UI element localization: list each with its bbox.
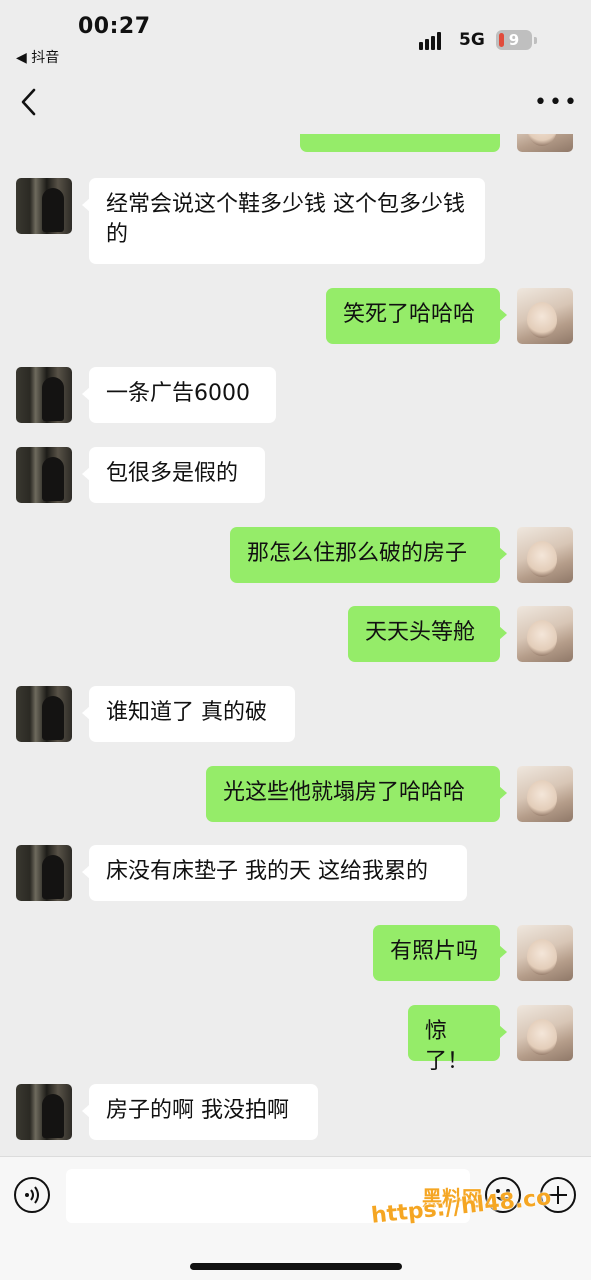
message-bubble[interactable]: 他首己熙两多号 xyxy=(300,134,500,152)
chevron-left-icon[interactable] xyxy=(14,86,46,118)
network-type: 5G xyxy=(459,30,485,50)
message-bubble[interactable]: 房子的啊 我没拍啊 xyxy=(82,1084,318,1140)
chat-message-list[interactable]: 他首己熙两多号 经常会说这个鞋多少钱 这个包多少钱的 笑死了哈哈哈 一条广告60… xyxy=(0,134,591,1156)
battery-icon: 9 xyxy=(496,30,532,50)
my-avatar[interactable] xyxy=(517,134,573,152)
contact-avatar[interactable] xyxy=(16,367,72,423)
message-row: 床没有床垫子 我的天 这给我累的 xyxy=(0,845,591,905)
message-bubble[interactable]: 谁知道了 真的破 xyxy=(82,686,295,742)
status-bar: 00:27 ◀ 抖音 5G 9 xyxy=(0,0,591,72)
message-bubble[interactable]: 天天头等舱 xyxy=(348,606,507,662)
emoji-icon[interactable] xyxy=(485,1177,521,1213)
message-input-bar xyxy=(0,1156,591,1280)
message-row: 谁知道了 真的破 xyxy=(0,686,591,746)
back-to-app-link[interactable]: ◀ 抖音 xyxy=(16,47,59,67)
chat-nav-bar: ••• xyxy=(0,72,591,134)
message-row: 笑死了哈哈哈 xyxy=(0,288,591,348)
message-row: 光这些他就塌房了哈哈哈 xyxy=(0,766,591,826)
message-bubble[interactable]: 那怎么住那么破的房子 xyxy=(230,527,507,583)
message-row: 他首己熙两多号 xyxy=(0,134,591,156)
my-avatar[interactable] xyxy=(517,288,573,344)
contact-avatar[interactable] xyxy=(16,686,72,742)
my-avatar[interactable] xyxy=(517,1005,573,1061)
contact-avatar[interactable] xyxy=(16,845,72,901)
message-row: 经常会说这个鞋多少钱 这个包多少钱的 xyxy=(0,178,591,268)
message-bubble[interactable]: 有照片吗 xyxy=(373,925,507,981)
message-row: 包很多是假的 xyxy=(0,447,591,507)
signal-icon xyxy=(419,32,447,50)
message-row: 有照片吗 xyxy=(0,925,591,985)
voice-icon[interactable] xyxy=(14,1177,50,1213)
message-bubble[interactable]: 光这些他就塌房了哈哈哈 xyxy=(206,766,507,822)
my-avatar[interactable] xyxy=(517,527,573,583)
battery-tip xyxy=(534,37,537,44)
battery-level-text: 9 xyxy=(508,31,520,49)
ellipsis-icon[interactable]: ••• xyxy=(534,92,577,114)
message-bubble[interactable]: 包很多是假的 xyxy=(82,447,265,503)
my-avatar[interactable] xyxy=(517,925,573,981)
message-row: 那怎么住那么破的房子 xyxy=(0,527,591,587)
my-avatar[interactable] xyxy=(517,766,573,822)
message-text-input[interactable] xyxy=(66,1169,470,1223)
contact-avatar[interactable] xyxy=(16,178,72,234)
message-row: 一条广告6000 xyxy=(0,367,591,427)
message-row: 天天头等舱 xyxy=(0,606,591,666)
message-row: 房子的啊 我没拍啊 xyxy=(0,1084,591,1144)
message-bubble[interactable]: 经常会说这个鞋多少钱 这个包多少钱的 xyxy=(82,178,485,264)
contact-avatar[interactable] xyxy=(16,447,72,503)
message-bubble[interactable]: 一条广告6000 xyxy=(82,367,276,423)
contact-avatar[interactable] xyxy=(16,1084,72,1140)
message-bubble[interactable]: 惊了！ xyxy=(408,1005,507,1074)
message-row: 惊了！ xyxy=(0,1005,591,1074)
home-indicator xyxy=(190,1263,402,1270)
my-avatar[interactable] xyxy=(517,606,573,662)
message-bubble[interactable]: 笑死了哈哈哈 xyxy=(326,288,507,344)
status-time: 00:27 xyxy=(78,14,151,39)
plus-icon[interactable] xyxy=(540,1177,576,1213)
message-bubble[interactable]: 床没有床垫子 我的天 这给我累的 xyxy=(82,845,467,901)
